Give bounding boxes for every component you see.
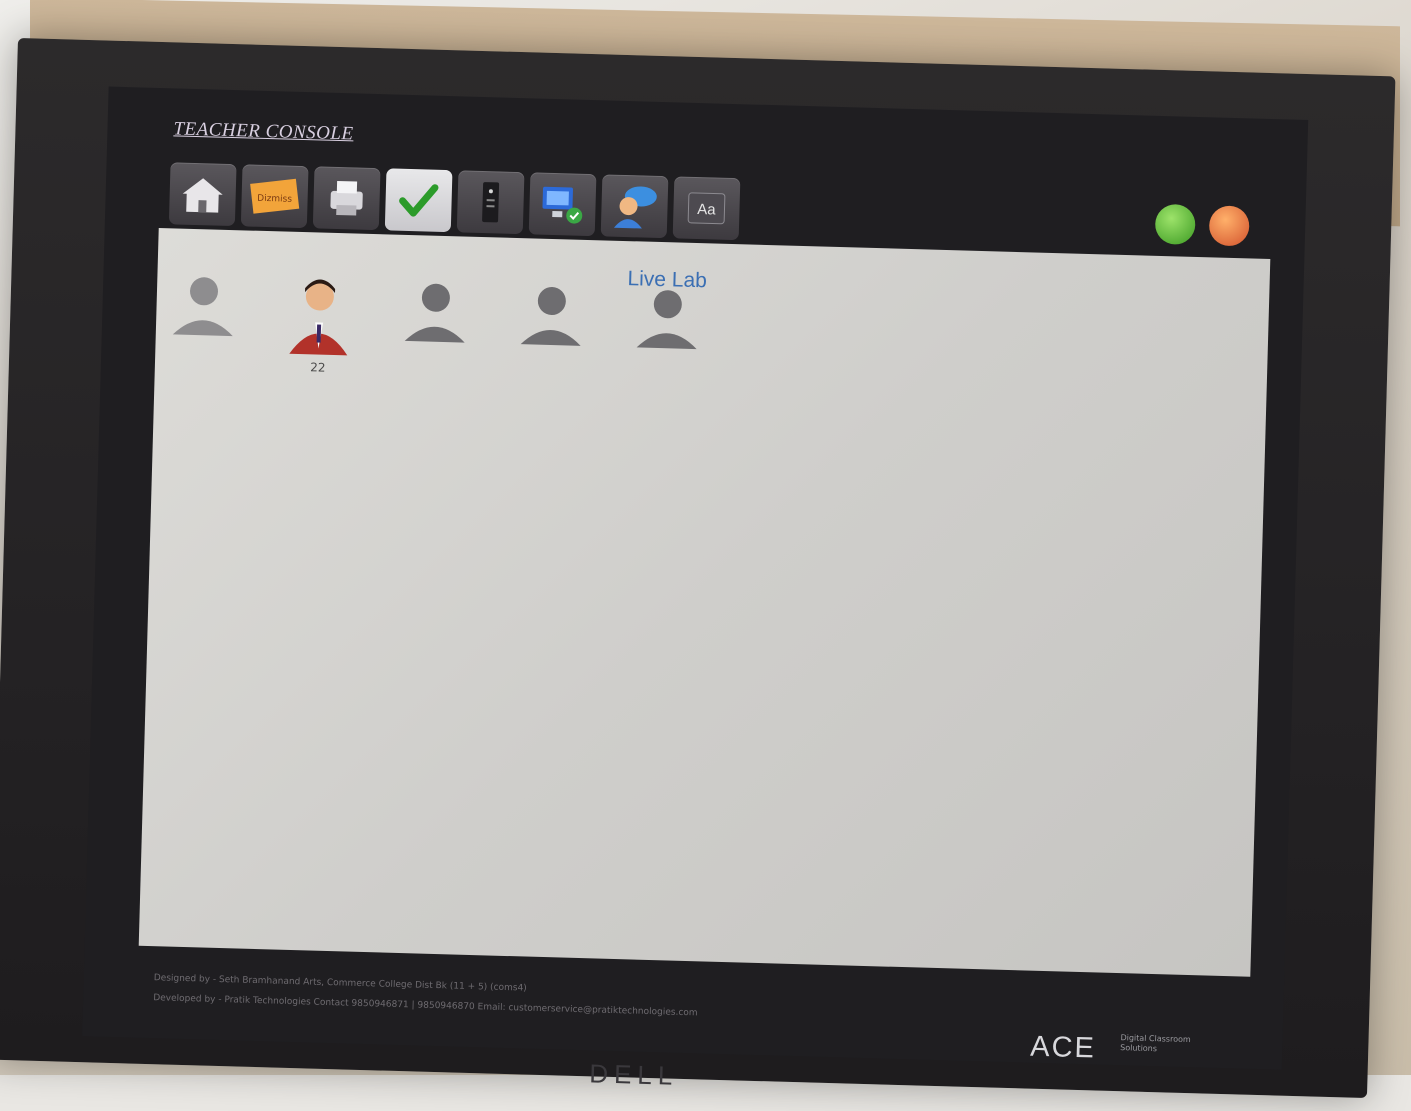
seat-list: 22 — [165, 268, 706, 385]
user-silhouette-icon — [168, 268, 240, 340]
notes-button[interactable]: Dizmiss — [241, 164, 309, 228]
user-silhouette-icon — [400, 275, 472, 347]
seat-label: 22 — [310, 360, 326, 374]
sticky-note-icon: Dizmiss — [247, 174, 302, 217]
close-button[interactable] — [1209, 205, 1250, 246]
user-chat-button[interactable] — [601, 174, 669, 238]
seat-1[interactable] — [165, 268, 242, 372]
font-button[interactable]: Aa — [673, 176, 741, 240]
monitor-bezel: TEACHER CONSOLE Dizmiss — [0, 38, 1395, 1098]
home-button[interactable] — [169, 162, 237, 226]
network-computer-icon — [536, 181, 589, 228]
printer-icon — [322, 177, 371, 220]
footer: Designed by - Seth Bramhanand Arts, Comm… — [153, 968, 914, 1029]
tower-button[interactable] — [457, 170, 525, 234]
check-button[interactable] — [385, 168, 453, 232]
active-student-icon — [281, 272, 357, 358]
seat-5[interactable] — [629, 281, 706, 385]
checkmark-icon — [394, 179, 443, 222]
print-button[interactable] — [313, 166, 381, 230]
monitor-logo: DELL — [589, 1058, 679, 1091]
font-icon: Aa — [682, 187, 731, 230]
seat-4[interactable] — [513, 278, 590, 382]
notes-badge-text: Dizmiss — [257, 194, 292, 205]
user-silhouette-icon — [516, 278, 588, 350]
seat-2[interactable]: 22 — [281, 272, 358, 376]
user-silhouette-icon — [631, 281, 703, 353]
home-icon — [178, 172, 227, 217]
screen: TEACHER CONSOLE Dizmiss — [82, 87, 1308, 1070]
font-icon-label: Aa — [697, 201, 716, 219]
window-controls — [1155, 204, 1250, 247]
user-chat-icon — [608, 182, 661, 231]
seat-3[interactable] — [397, 275, 474, 379]
ace-subtitle: Digital Classroom Solutions — [1120, 1033, 1201, 1055]
console-title: TEACHER CONSOLE — [173, 118, 354, 145]
ace-logo: ACE — [1030, 1031, 1097, 1066]
minimize-button[interactable] — [1155, 204, 1196, 245]
network-button[interactable] — [529, 172, 597, 236]
pc-tower-icon — [466, 179, 515, 226]
live-lab-panel: Live Lab 22 — [139, 228, 1271, 977]
